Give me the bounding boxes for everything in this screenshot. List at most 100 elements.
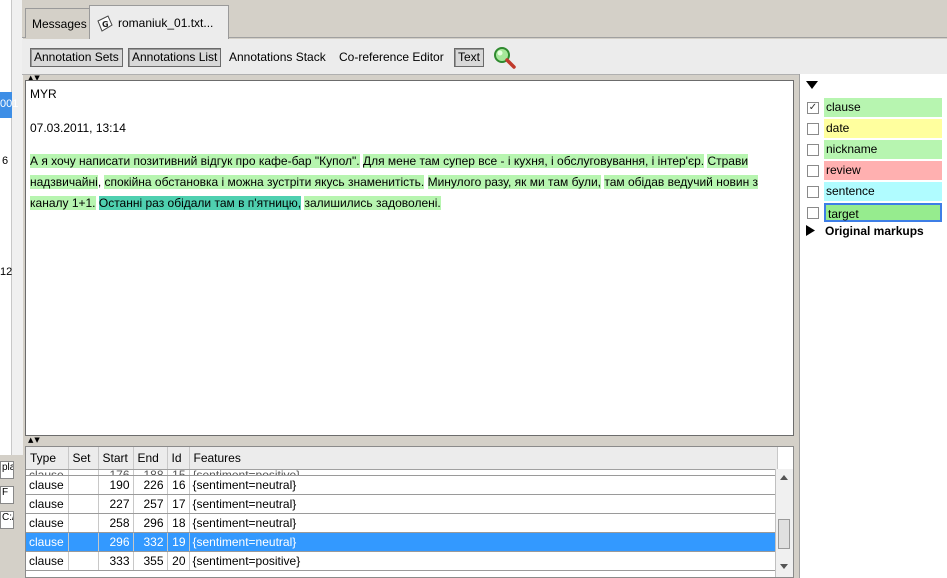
annotation-type-row-sentence[interactable]: sentence [802, 182, 942, 201]
cell-set [68, 551, 99, 571]
tab-messages[interactable]: Messages [25, 8, 91, 38]
annotation-type-checkbox[interactable] [807, 207, 819, 219]
cell-start: 296 [98, 532, 134, 552]
cell-id: 16 [167, 475, 190, 495]
text-button[interactable]: Text [454, 48, 485, 67]
col-header-features[interactable]: Features [189, 447, 778, 470]
tab-document-label: romaniuk_01.txt... [118, 16, 214, 30]
table-row[interactable]: clause 227 257 17 {sentiment=neutral} [26, 494, 778, 514]
col-header-type[interactable]: Type [26, 447, 69, 470]
annotation-type-row-target[interactable]: target [802, 203, 942, 222]
left-number-2: 6 [2, 155, 9, 167]
scrollbar-thumb[interactable] [778, 519, 790, 549]
cell-end: 226 [133, 475, 168, 495]
cell-end: 257 [133, 494, 168, 514]
cell-type: clause [26, 513, 69, 533]
cell-end: 332 [133, 532, 168, 552]
search-icon[interactable] [492, 45, 516, 69]
annotations-stack-button[interactable]: Annotations Stack [225, 48, 330, 67]
annotation-type-label[interactable]: sentence [824, 182, 942, 201]
table-vertical-scrollbar[interactable] [775, 469, 793, 577]
clause-annotation-span[interactable]: Останні раз обідали там в п'ятницю, [98, 196, 302, 210]
table-row[interactable]: clause 296 332 19 {sentiment=neutral} [26, 532, 778, 552]
annotation-type-checkbox[interactable] [807, 165, 819, 177]
document-text-panel[interactable]: MYR 07.03.2011, 13:14 А я хочу написати … [25, 80, 794, 436]
table-row[interactable]: clause 258 296 18 {sentiment=neutral} [26, 513, 778, 533]
annotation-type-row-clause[interactable]: ✓ clause [802, 98, 942, 117]
cell-id: 17 [167, 494, 190, 514]
left-clipped-panel: 001 6 12 pla F C:/ [0, 0, 23, 578]
annotation-type-label[interactable]: target [824, 203, 942, 222]
col-header-start[interactable]: Start [98, 447, 134, 470]
gate-document-icon: G [97, 15, 113, 32]
tab-messages-label: Messages [32, 17, 87, 31]
cell-type: clause [26, 469, 69, 476]
original-markups-node[interactable]: Original markups [806, 224, 924, 238]
document-toolbar: Annotation Sets Annotations List Annotat… [22, 39, 947, 75]
col-header-set[interactable]: Set [68, 447, 99, 470]
cell-end: 296 [133, 513, 168, 533]
clause-annotation-span[interactable]: Для мене там супер все - і кухня, і обсл… [362, 154, 705, 168]
left-box-1[interactable]: pla [0, 461, 14, 479]
annotation-type-row-date[interactable]: date [802, 119, 942, 138]
cell-end: 355 [133, 551, 168, 571]
annotation-type-checkbox[interactable]: ✓ [807, 102, 819, 114]
annotation-type-label[interactable]: review [824, 161, 942, 180]
table-header-row: Type Set Start End Id Features [26, 447, 778, 470]
annotation-type-checkbox[interactable] [807, 123, 819, 135]
annotation-type-label[interactable]: date [824, 119, 942, 138]
annotation-type-label[interactable]: clause [824, 98, 942, 117]
annotation-type-checkbox[interactable] [807, 144, 819, 156]
left-number-1: 001 [0, 98, 19, 110]
annotation-sets-panel: ✓ clause date nickname review sentence target … [799, 74, 947, 578]
cell-set [68, 494, 99, 514]
cell-type: clause [26, 551, 69, 571]
left-lower-panel: pla F C:/ [0, 455, 22, 578]
tab-document[interactable]: G romaniuk_01.txt... [89, 5, 229, 39]
table-row[interactable]: clause 333 355 20 {sentiment=positive} [26, 551, 778, 571]
annotation-type-label[interactable]: nickname [824, 140, 942, 159]
cell-start: 190 [98, 475, 134, 495]
cell-set [68, 532, 99, 552]
clause-annotation-span[interactable]: А я хочу написати позитивний відгук про … [30, 154, 360, 168]
tab-bar: Messages G romaniuk_01.txt... [22, 0, 947, 39]
cell-id: 20 [167, 551, 190, 571]
annotations-list-button[interactable]: Annotations List [128, 48, 222, 67]
expand-triangle-icon[interactable] [806, 225, 815, 236]
left-number-3: 12 [0, 266, 13, 278]
cell-features: {sentiment=positive} [189, 551, 778, 571]
cell-features: {sentiment=neutral} [189, 532, 778, 552]
cell-start: 258 [98, 513, 134, 533]
cell-type: clause [26, 494, 69, 514]
cell-set [68, 475, 99, 495]
cell-features: {sentiment=neutral} [189, 513, 778, 533]
scroll-up-icon[interactable] [780, 475, 788, 480]
cell-features: {sentiment=neutral} [189, 494, 778, 514]
cell-type: clause [26, 532, 69, 552]
col-header-id[interactable]: Id [167, 447, 190, 470]
clause-annotation-span[interactable]: спокійна обстановка і можна зустріти яку… [104, 175, 425, 189]
doc-line-nickname: MYR [30, 87, 57, 101]
coreference-editor-button[interactable]: Co-reference Editor [335, 48, 448, 67]
cell-id: 19 [167, 532, 190, 552]
cell-start: 227 [98, 494, 134, 514]
clause-annotation-span[interactable]: залишились задоволені. [304, 196, 441, 210]
cell-type: clause [26, 475, 69, 495]
annotation-type-checkbox[interactable] [807, 186, 819, 198]
scroll-down-icon[interactable] [780, 564, 788, 569]
doc-line-date: 07.03.2011, 13:14 [30, 121, 126, 135]
table-row[interactable]: clause 190 226 16 {sentiment=neutral} [26, 475, 778, 495]
cell-start: 333 [98, 551, 134, 571]
original-markups-label: Original markups [825, 224, 924, 238]
collapse-triangle-icon[interactable] [806, 81, 818, 89]
col-header-end[interactable]: End [133, 447, 168, 470]
left-box-3[interactable]: C:/ [0, 511, 14, 529]
cell-id: 18 [167, 513, 190, 533]
left-box-2[interactable]: F [0, 486, 14, 504]
cell-set [68, 513, 99, 533]
splitter-arrows-bottom[interactable]: ▲▼ [28, 437, 41, 444]
annotation-type-row-review[interactable]: review [802, 161, 942, 180]
annotation-sets-button[interactable]: Annotation Sets [30, 48, 123, 67]
clause-annotation-span[interactable]: Минулого разу, як ми там були, [427, 175, 602, 189]
annotation-type-row-nickname[interactable]: nickname [802, 140, 942, 159]
